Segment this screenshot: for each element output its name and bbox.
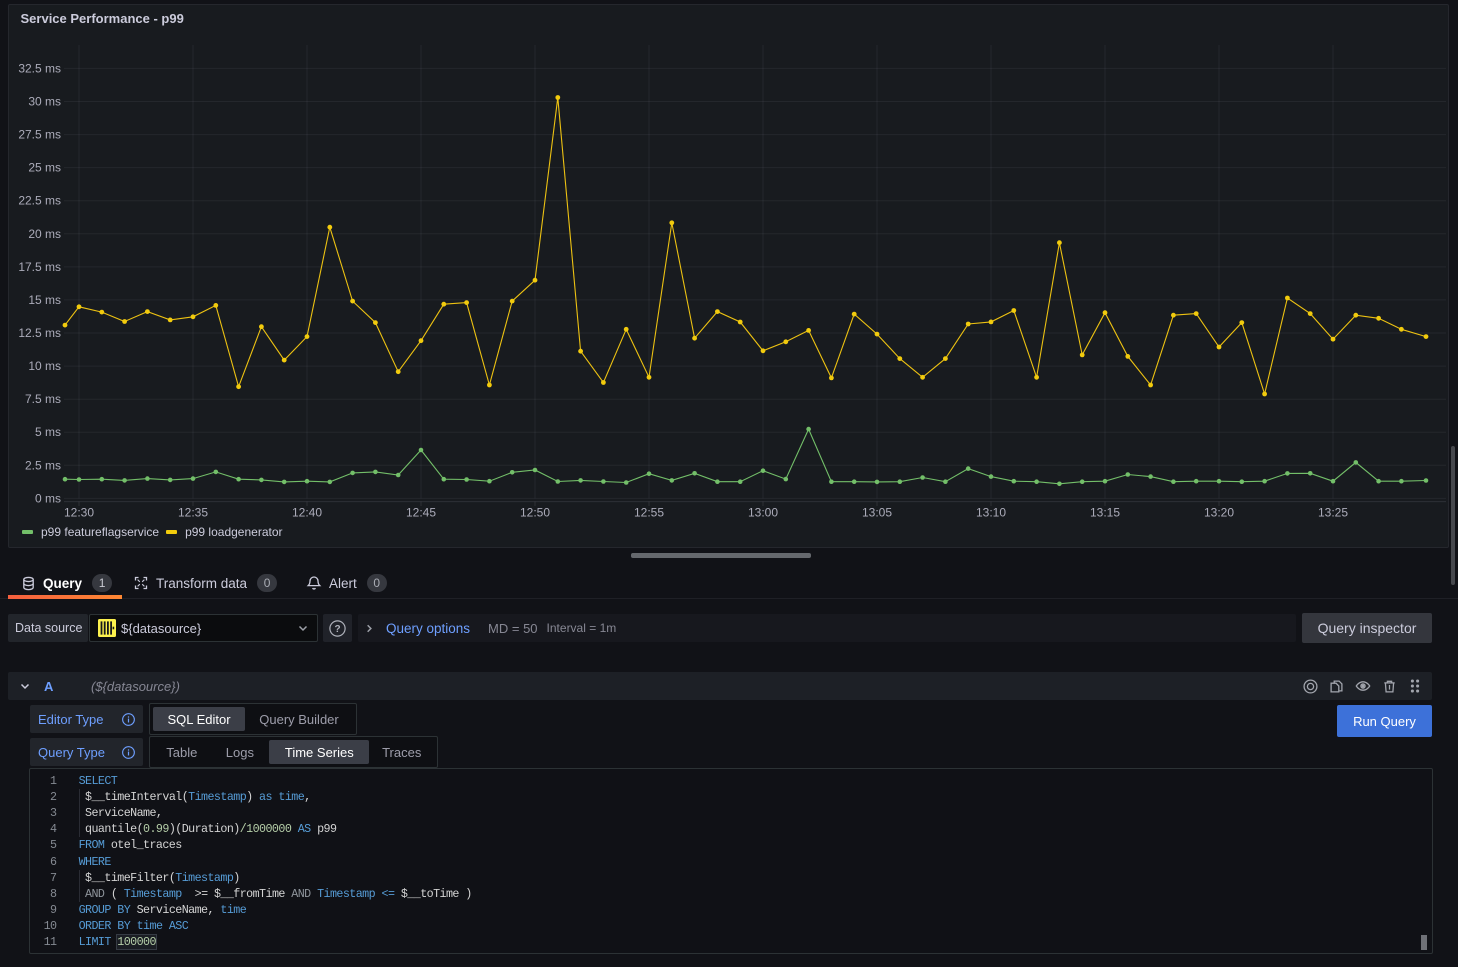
svg-text:2.5 ms: 2.5 ms [25, 458, 61, 472]
svg-text:5 ms: 5 ms [35, 425, 61, 439]
svg-text:12:35: 12:35 [178, 506, 208, 520]
svg-text:12.5 ms: 12.5 ms [18, 326, 61, 340]
svg-text:0 ms: 0 ms [35, 491, 61, 505]
svg-text:12:30: 12:30 [64, 506, 94, 520]
svg-text:22.5 ms: 22.5 ms [18, 194, 61, 208]
svg-text:13:15: 13:15 [1090, 506, 1120, 520]
svg-text:27.5 ms: 27.5 ms [18, 128, 61, 142]
svg-text:12:50: 12:50 [520, 506, 550, 520]
svg-text:13:25: 13:25 [1318, 506, 1348, 520]
svg-text:20 ms: 20 ms [28, 227, 61, 241]
svg-text:13:05: 13:05 [862, 506, 892, 520]
svg-text:13:20: 13:20 [1204, 506, 1234, 520]
svg-text:12:40: 12:40 [292, 506, 322, 520]
svg-text:13:00: 13:00 [748, 506, 778, 520]
svg-text:?: ? [334, 624, 340, 635]
svg-text:15 ms: 15 ms [28, 293, 61, 307]
svg-text:17.5 ms: 17.5 ms [18, 260, 61, 274]
svg-text:30 ms: 30 ms [28, 95, 61, 109]
svg-text:12:55: 12:55 [634, 506, 664, 520]
svg-text:7.5 ms: 7.5 ms [25, 392, 61, 406]
svg-text:12:45: 12:45 [406, 506, 436, 520]
svg-text:32.5 ms: 32.5 ms [18, 61, 61, 75]
svg-text:13:10: 13:10 [976, 506, 1006, 520]
svg-text:25 ms: 25 ms [28, 161, 61, 175]
svg-text:10 ms: 10 ms [28, 359, 61, 373]
